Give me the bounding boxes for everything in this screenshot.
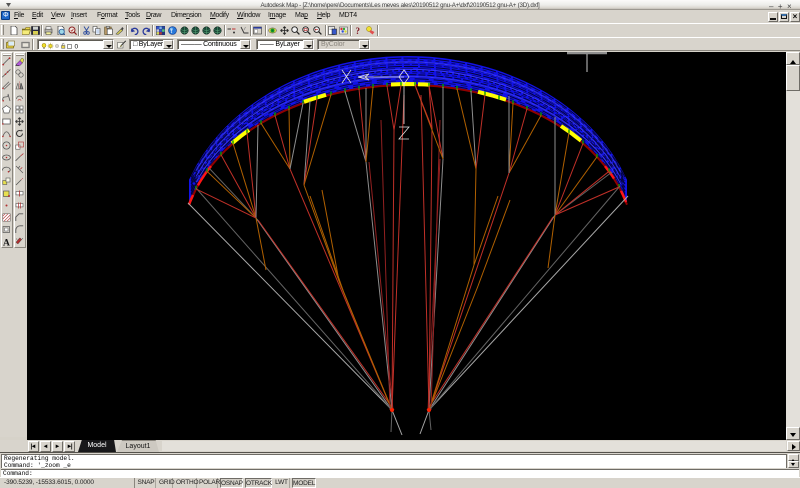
svg-text:?: ? xyxy=(356,26,361,35)
svg-text:A: A xyxy=(3,238,10,246)
svg-text:0: 0 xyxy=(75,44,79,51)
